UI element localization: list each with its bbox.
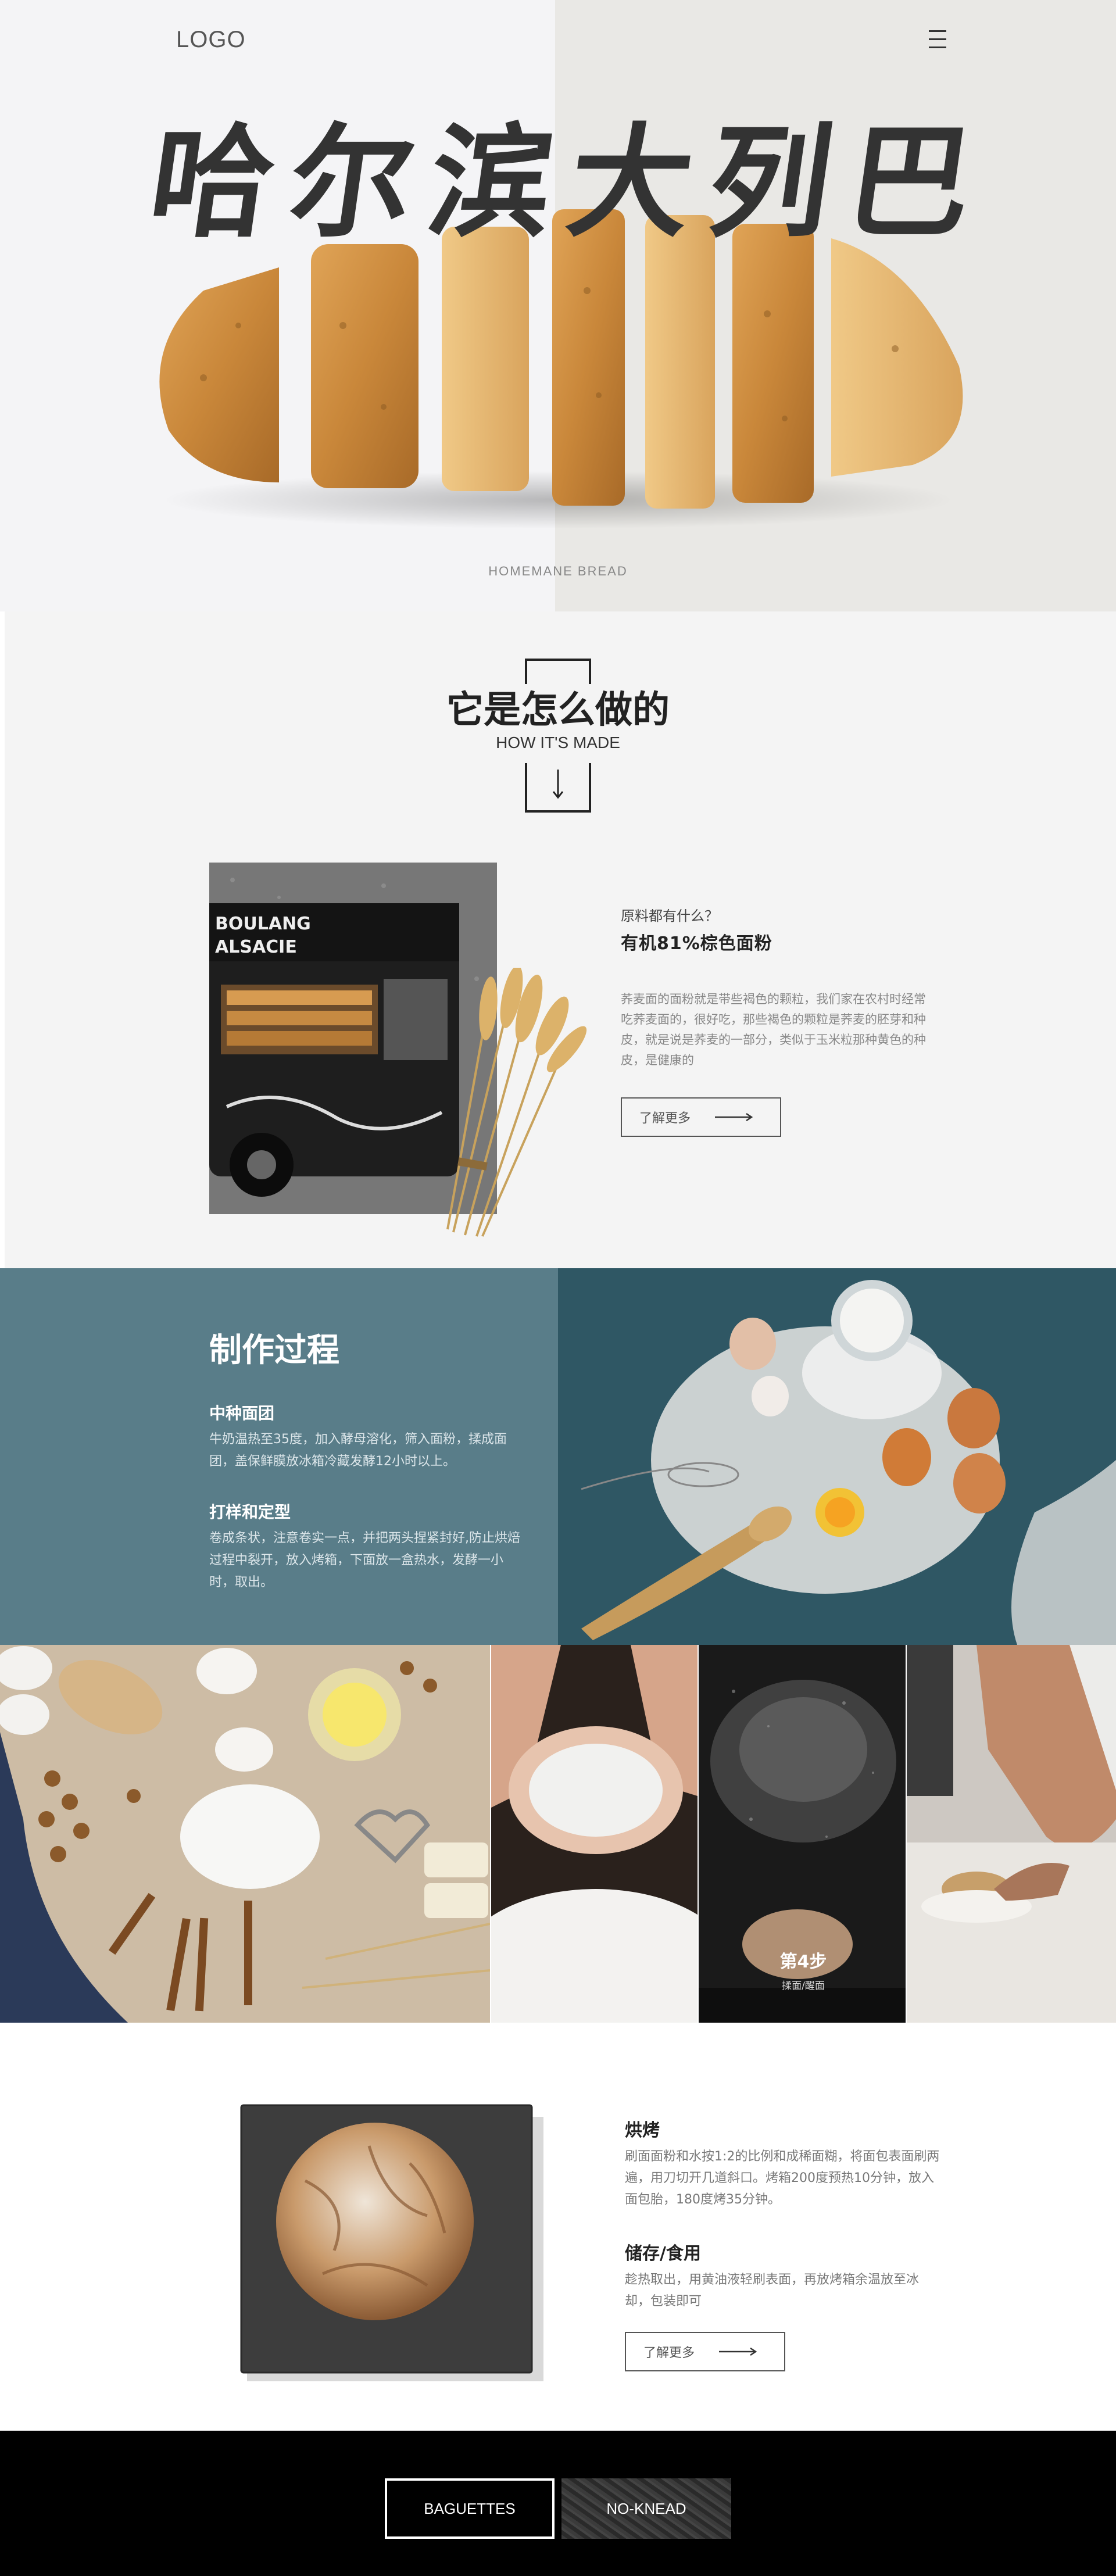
gallery-strip [0, 1645, 1116, 2023]
arrow-right-icon [719, 2348, 757, 2356]
step-4-sublabel: 揉面/醒面 [782, 1980, 825, 1992]
step-1-heading: 中种面团 [209, 1404, 275, 1423]
step-2-heading: 打样和定型 [209, 1502, 291, 1522]
gallery-photo-flour-hands [491, 1645, 698, 2023]
arrow-down-icon [552, 770, 564, 799]
bake-text: 刷面面粉和水按1:2的比例和成稀面糊，将面包表面刷两遍，用刀切开几道斜口。烤箱2… [625, 2149, 940, 2207]
storage-heading: 储存/食用 [625, 2244, 701, 2264]
bake-section [0, 2023, 1116, 2431]
learn-more-button-2[interactable]: 了解更多 [625, 2332, 785, 2371]
baked-loaf-board-image [240, 2104, 543, 2381]
hero-caption: HOMEMANE BREAD [488, 564, 628, 578]
baking-ingredients-photo [558, 1268, 1116, 1645]
svg-text:BOULANG: BOULANG [215, 914, 311, 934]
gallery-photo-ingredients [0, 1645, 490, 2023]
footer [0, 2431, 1116, 2576]
hero-title: 哈尔滨大列巴 [141, 112, 999, 254]
menu-icon[interactable] [929, 30, 946, 49]
how-made-subtitle: HOW IT'S MADE [496, 734, 620, 752]
process-title: 制作过程 [209, 1332, 339, 1369]
step-4-label: 第4步 [779, 1952, 827, 1972]
ingredients-title: 有机81%棕色面粉 [621, 933, 772, 954]
step-2-text: 卷成条状，注意卷实一点，并把两头捏紧封好,防止烘焙过程中裂开，放入烤箱，下面放一… [209, 1531, 520, 1590]
learn-more-label: 了解更多 [639, 1111, 691, 1126]
svg-text:ALSACIE: ALSACIE [215, 937, 297, 957]
tab-no-knead[interactable]: NO-KNEAD [561, 2478, 731, 2539]
step-1-text: 牛奶温热至35度，加入酵母溶化，筛入面粉，揉成面团，盖保鲜膜放冰箱冷藏发酵12小… [209, 1432, 507, 1469]
ingredients-description: 荞麦面的面粉就是带些褐色的颗粒，我们家在农村时经常吃荞麦面的，很好吃，那些褐色的… [621, 992, 926, 1067]
wheat-bundle-image [446, 968, 587, 1237]
how-made-title: 它是怎么做的 [446, 689, 670, 732]
gallery-photo-kneading [907, 1645, 1116, 2023]
tab-baguettes[interactable]: BAGUETTES [385, 2478, 555, 2539]
storage-text: 趁热取出，用黄油液轻刷表面，再放烤箱余温放至冰却，包装即可 [625, 2273, 920, 2309]
logo[interactable]: LOGO [176, 27, 246, 53]
learn-more-label: 了解更多 [643, 2346, 695, 2360]
arrow-right-icon [715, 1113, 753, 1121]
ingredients-label: 原料都有什么？ [621, 908, 718, 924]
bake-heading: 烘烤 [625, 2120, 660, 2141]
learn-more-button[interactable]: 了解更多 [621, 1097, 781, 1137]
